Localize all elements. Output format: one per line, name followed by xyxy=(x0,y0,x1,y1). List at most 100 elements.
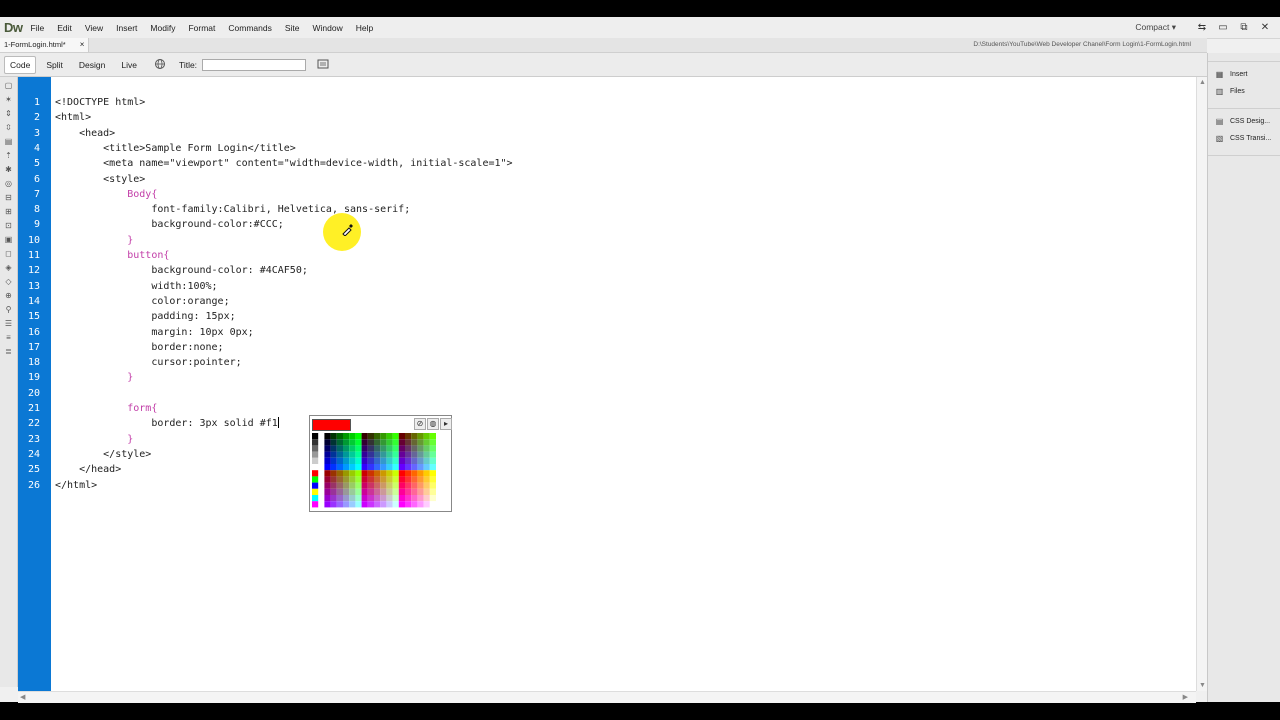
options-icon[interactable]: ≣ xyxy=(3,346,14,357)
maximize-icon[interactable]: ⧉ xyxy=(1238,22,1250,34)
split-view-button[interactable]: Split xyxy=(40,56,69,74)
color-swatch xyxy=(405,495,412,502)
panel-css-transitions[interactable]: ▧ CSS Transi... xyxy=(1208,130,1280,147)
preview-globe-icon[interactable] xyxy=(153,58,167,72)
code-line[interactable]: <head> xyxy=(55,126,115,141)
code-line[interactable]: border:none; xyxy=(55,340,223,355)
code-line[interactable]: <style> xyxy=(55,172,145,187)
color-swatch xyxy=(330,464,337,471)
wrap-tag-icon[interactable]: ▣ xyxy=(3,234,14,245)
code-line[interactable]: margin: 10px 0px; xyxy=(55,325,253,340)
code-line[interactable]: background-color: #4CAF50; xyxy=(55,263,308,278)
code-line[interactable]: button{ xyxy=(55,248,169,263)
collapse-selection-icon[interactable]: ⇕ xyxy=(3,108,14,119)
color-swatch xyxy=(417,488,424,495)
sync-icon[interactable]: ⇆ xyxy=(1196,22,1208,34)
color-swatch xyxy=(343,501,350,508)
code-line[interactable]: font-family:Calibri, Helvetica, sans-ser… xyxy=(55,202,410,217)
picker-menu-icon[interactable]: ▸ xyxy=(440,418,452,430)
code-line[interactable]: </style> xyxy=(55,447,151,462)
color-swatch xyxy=(386,457,393,464)
menu-edit[interactable]: Edit xyxy=(57,23,72,33)
code-line[interactable]: </html> xyxy=(55,478,97,493)
menu-window[interactable]: Window xyxy=(313,23,343,33)
color-swatch xyxy=(411,482,418,489)
code-line[interactable]: cursor:pointer; xyxy=(55,355,241,370)
code-line[interactable]: Body{ xyxy=(55,187,157,202)
code-line[interactable]: <title>Sample Form Login</title> xyxy=(55,141,296,156)
code-line[interactable]: } xyxy=(55,233,133,248)
code-line[interactable]: } xyxy=(55,432,133,447)
indent-icon[interactable]: ◇ xyxy=(3,276,14,287)
live-view-button[interactable]: Live xyxy=(115,56,143,74)
code-line[interactable]: <html> xyxy=(55,110,91,125)
color-swatch xyxy=(417,439,424,446)
menu-modify[interactable]: Modify xyxy=(150,23,175,33)
color-swatch-grid[interactable] xyxy=(312,433,449,509)
color-swatch xyxy=(386,482,393,489)
syntax-error-icon[interactable]: ⊟ xyxy=(3,192,14,203)
code-line[interactable]: </head> xyxy=(55,462,121,477)
outdent-icon[interactable]: ⊕ xyxy=(3,290,14,301)
panel-css-designer[interactable]: ▤ CSS Desig... xyxy=(1208,113,1280,130)
code-view-button[interactable]: Code xyxy=(4,55,37,74)
default-color-icon[interactable]: ⊘ xyxy=(414,418,426,430)
color-swatch xyxy=(405,501,412,508)
color-swatch xyxy=(405,451,412,458)
scroll-right-icon[interactable]: ▶ xyxy=(1183,693,1188,701)
remove-comment-icon[interactable]: ⊡ xyxy=(3,220,14,231)
menu-insert[interactable]: Insert xyxy=(116,23,137,33)
expand-all-icon[interactable]: ⇳ xyxy=(3,122,14,133)
color-swatch xyxy=(374,488,381,495)
balance-braces-icon[interactable]: ⇡ xyxy=(3,150,14,161)
minimize-icon[interactable]: ▭ xyxy=(1217,22,1229,34)
code-line[interactable]: width:100%; xyxy=(55,279,217,294)
menu-site[interactable]: Site xyxy=(285,23,300,33)
menu-view[interactable]: View xyxy=(85,23,103,33)
highlight-invalid-icon[interactable]: ◎ xyxy=(3,178,14,189)
system-color-picker-icon[interactable]: ◍ xyxy=(427,418,439,430)
color-swatch xyxy=(411,488,418,495)
color-picker-popup[interactable]: ⊘ ◍ ▸ xyxy=(309,415,452,512)
menu-file[interactable]: File xyxy=(31,23,45,33)
code-line[interactable]: padding: 15px; xyxy=(55,309,235,324)
close-icon[interactable]: ✕ xyxy=(1259,22,1271,34)
move-css-icon[interactable]: ◈ xyxy=(3,262,14,273)
scroll-up-icon[interactable]: ▲ xyxy=(1199,79,1206,86)
file-management-icon[interactable] xyxy=(316,58,330,72)
code-line[interactable]: background-color:#CCC; xyxy=(55,217,283,232)
scroll-left-icon[interactable]: ◀ xyxy=(20,693,25,701)
tab-close-icon[interactable]: × xyxy=(80,38,85,52)
scroll-down-icon[interactable]: ▼ xyxy=(1199,682,1206,689)
code-line[interactable]: <meta name="viewport" content="width=dev… xyxy=(55,156,512,171)
menu-help[interactable]: Help xyxy=(356,23,373,33)
format-source-icon[interactable]: ⚲ xyxy=(3,304,14,315)
code-line[interactable]: color:orange; xyxy=(55,294,229,309)
color-swatch xyxy=(423,482,430,489)
menu-commands[interactable]: Commands xyxy=(228,23,271,33)
title-input[interactable] xyxy=(202,58,307,71)
menu-format[interactable]: Format xyxy=(188,23,215,33)
panel-files[interactable]: ▥ Files xyxy=(1208,83,1280,100)
panel-insert[interactable]: ▦ Insert xyxy=(1208,66,1280,83)
list-icon[interactable]: ☰ xyxy=(3,318,14,329)
code-line[interactable]: } xyxy=(55,370,133,385)
code-line[interactable]: form{ xyxy=(55,401,157,416)
code-line[interactable]: <!DOCTYPE html> xyxy=(55,95,145,110)
list-alt-icon[interactable]: ≡ xyxy=(3,332,14,343)
design-view-button[interactable]: Design xyxy=(73,56,111,74)
document-tab[interactable]: 1-FormLogin.html* × xyxy=(0,38,90,52)
apply-comment-icon[interactable]: ⊞ xyxy=(3,206,14,217)
app-window: Dw File Edit View Insert Modify Format C… xyxy=(0,17,1280,703)
collapse-tag-icon[interactable]: ✶ xyxy=(3,94,14,105)
code-line-text: border: 3px solid #f1 xyxy=(55,418,278,430)
recent-snippets-icon[interactable]: ◻ xyxy=(3,248,14,259)
select-parent-tag-icon[interactable]: ▤ xyxy=(3,136,14,147)
line-numbers-icon[interactable]: ✱ xyxy=(3,164,14,175)
horizontal-scrollbar[interactable]: ◀ ▶ xyxy=(18,691,1196,703)
color-swatch xyxy=(374,464,381,471)
code-editor[interactable]: <!DOCTYPE html> <html> <head> <title>Sam… xyxy=(51,77,1196,691)
workspace-switcher[interactable]: Compact ▾ xyxy=(1135,22,1176,33)
code-line-active[interactable]: border: 3px solid #f1 xyxy=(55,416,279,431)
open-documents-icon[interactable]: ▢ xyxy=(3,80,14,91)
